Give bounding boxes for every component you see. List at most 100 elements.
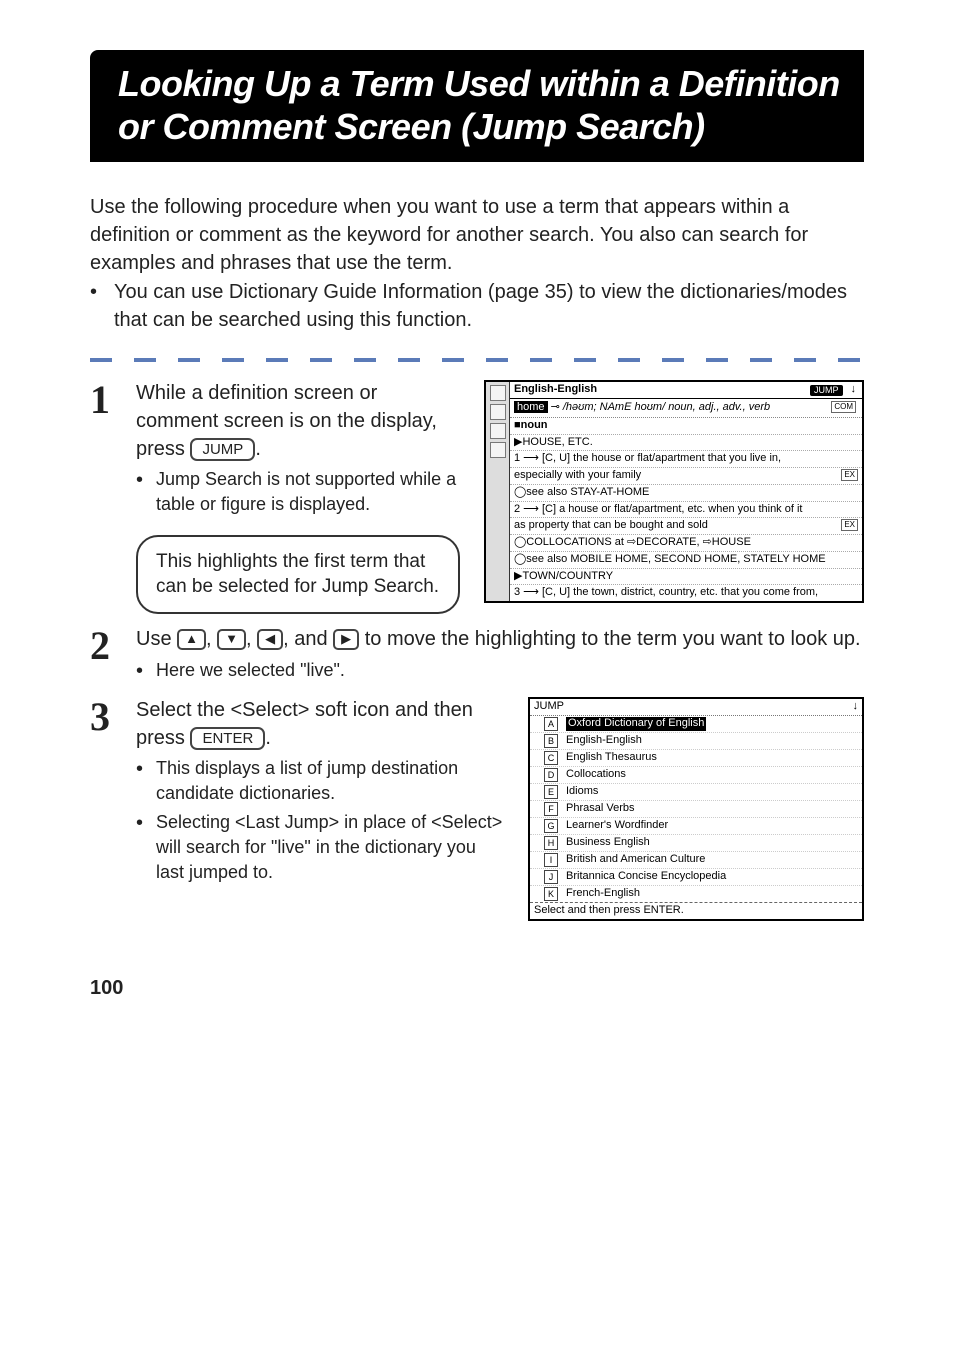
def-text: ■noun xyxy=(514,419,548,431)
right-key: ▶ xyxy=(333,629,359,650)
step-2-sub-text: Here we selected "live". xyxy=(156,658,864,686)
def-row: especially with your family EX xyxy=(510,468,862,485)
divider xyxy=(90,358,864,362)
def-row: ■noun xyxy=(510,418,862,435)
page: Looking Up a Term Used within a Definiti… xyxy=(0,0,954,1040)
jump-item-key: H xyxy=(544,836,558,850)
jump-list-item: F Phrasal Verbs xyxy=(530,801,862,818)
bullet-dot: • xyxy=(136,467,156,517)
part-of-speech: noun, adj., adv., verb xyxy=(668,401,770,413)
step-3-instruction: Select the <Select> soft icon and then p… xyxy=(136,697,504,752)
jump-item-key: E xyxy=(544,785,558,799)
jump-item-label: Britannica Concise Encyclopedia xyxy=(566,870,726,884)
def-text: as property that can be bought and sold xyxy=(514,519,708,531)
ex-tag: EX xyxy=(841,469,858,481)
jump-item-key: F xyxy=(544,802,558,816)
def-row: ▶HOUSE, ETC. xyxy=(510,435,862,452)
def-row: ◯COLLOCATIONS at ⇨DECORATE, ⇨HOUSE xyxy=(510,535,862,552)
def-text: ◯COLLOCATIONS at ⇨DECORATE, ⇨HOUSE xyxy=(514,536,751,548)
headword-line: home ⊸ /həʊm; NAmE hoʊm/ noun, adj., adv… xyxy=(510,399,862,418)
step-3-sub2-text: Selecting <Last Jump> in place of <Selec… xyxy=(156,810,504,884)
dictionary-label: English-English xyxy=(514,383,597,397)
jump-list-item: AOxford Dictionary of English xyxy=(530,716,862,733)
step-2-text-b: , and xyxy=(283,628,333,650)
jump-list-item: BEnglish-English xyxy=(530,733,862,750)
def-text: 1 ⟶ [C, U] the house or flat/apartment t… xyxy=(514,452,781,464)
jump-item-key: J xyxy=(544,870,558,884)
jump-list: AOxford Dictionary of EnglishBEnglish-En… xyxy=(530,716,862,902)
def-row: 2 ⟶ [C] a house or flat/apartment, etc. … xyxy=(510,502,862,519)
step-1-screenshot: English-English JUMP ↓ home ⊸ /həʊm; NAm… xyxy=(484,380,864,603)
bullet-dot: • xyxy=(136,810,156,884)
intro-paragraph: Use the following procedure when you wan… xyxy=(90,194,864,277)
step-3-text-column: Select the <Select> soft icon and then p… xyxy=(136,697,504,884)
jump-list-screen: JUMP ↓ AOxford Dictionary of EnglishBEng… xyxy=(528,697,864,921)
def-row: 1 ⟶ [C, U] the house or flat/apartment t… xyxy=(510,451,862,468)
step-1-callout: This highlights the first term that can … xyxy=(136,535,460,614)
def-row: as property that can be bought and sold E… xyxy=(510,518,862,535)
jump-item-label: British and American Culture xyxy=(566,853,705,867)
step-1-sub: • Jump Search is not supported while a t… xyxy=(136,467,460,517)
down-key: ▼ xyxy=(217,629,246,650)
step-1-text-a: While a definition screen or comment scr… xyxy=(136,382,437,459)
key-icon: ⊸ xyxy=(551,401,560,413)
def-text: ▶HOUSE, ETC. xyxy=(514,436,593,448)
step-3-sub-2: • Selecting <Last Jump> in place of <Sel… xyxy=(136,810,504,884)
def-row: ◯see also MOBILE HOME, SECOND HOME, STAT… xyxy=(510,552,862,569)
step-2-number: 2 xyxy=(90,626,136,666)
step-3-text-b: . xyxy=(265,727,271,749)
jump-list-item: KFrench-English xyxy=(530,886,862,902)
def-text: ◯see also MOBILE HOME, SECOND HOME, STAT… xyxy=(514,553,826,565)
step-3: 3 Select the <Select> soft icon and then… xyxy=(90,697,864,921)
jump-list-item: I British and American Culture xyxy=(530,852,862,869)
headword: home xyxy=(514,401,548,413)
jump-list-item: J Britannica Concise Encyclopedia xyxy=(530,869,862,886)
jump-item-label: Collocations xyxy=(566,768,626,782)
com-tag: COM xyxy=(831,401,856,413)
jump-item-label: English Thesaurus xyxy=(566,751,657,765)
jump-item-key: G xyxy=(544,819,558,833)
def-text: ▶TOWN/COUNTRY xyxy=(514,570,613,582)
jump-key: JUMP xyxy=(190,438,255,462)
up-key: ▲ xyxy=(177,629,206,650)
screen-sidebar xyxy=(486,382,510,601)
jump-item-key: B xyxy=(544,734,558,748)
jump-list-title: JUMP ↓ xyxy=(530,699,862,716)
pronunciation: /həʊm; NAmE hoʊm/ xyxy=(563,401,665,413)
step-2: 2 Use ▲, ▼, ◀, and ▶ to move the highlig… xyxy=(90,626,864,685)
page-title: Looking Up a Term Used within a Definiti… xyxy=(90,50,864,162)
bullet-dot: • xyxy=(90,279,114,334)
def-row: ◯see also STAY-AT-HOME xyxy=(510,485,862,502)
jump-list-item: G Learner's Wordfinder xyxy=(530,818,862,835)
enter-key: ENTER xyxy=(190,727,265,751)
def-text: ◯see also STAY-AT-HOME xyxy=(514,486,649,498)
step-3-sub1-text: This displays a list of jump destination… xyxy=(156,756,504,806)
screen-titlebar: English-English JUMP ↓ xyxy=(510,382,862,399)
def-text: especially with your family xyxy=(514,469,641,481)
sidebar-icon xyxy=(490,442,506,458)
step-2-instruction: Use ▲, ▼, ◀, and ▶ to move the highlight… xyxy=(136,626,864,654)
jump-item-key: C xyxy=(544,751,558,765)
scroll-down-icon: ↓ xyxy=(849,383,859,397)
sidebar-icon xyxy=(490,385,506,401)
jump-list-footer: Select and then press ENTER. xyxy=(530,902,862,919)
intro-bullet: • You can use Dictionary Guide Informati… xyxy=(90,279,864,334)
ex-tag: EX xyxy=(841,519,858,531)
step-1-callout-text: This highlights the first term that can … xyxy=(156,551,439,598)
jump-item-key: I xyxy=(544,853,558,867)
jump-list-item: C English Thesaurus xyxy=(530,750,862,767)
step-3-text-a: Select the <Select> soft icon and then p… xyxy=(136,699,473,749)
step-2-text-a: Use xyxy=(136,628,177,650)
jump-list-item: HBusiness English xyxy=(530,835,862,852)
jump-item-key: D xyxy=(544,768,558,782)
jump-item-label: French-English xyxy=(566,887,640,901)
step-1-text-b: . xyxy=(255,438,261,460)
def-text: 3 ⟶ [C, U] the town, district, country, … xyxy=(514,586,818,598)
def-row: ▶TOWN/COUNTRY xyxy=(510,569,862,586)
page-number: 100 xyxy=(90,977,864,1000)
jump-item-label: Phrasal Verbs xyxy=(566,802,634,816)
jump-item-label: Idioms xyxy=(566,785,598,799)
step-1-number: 1 xyxy=(90,380,136,420)
jump-list-item: D Collocations xyxy=(530,767,862,784)
jump-item-label: Learner's Wordfinder xyxy=(566,819,668,833)
